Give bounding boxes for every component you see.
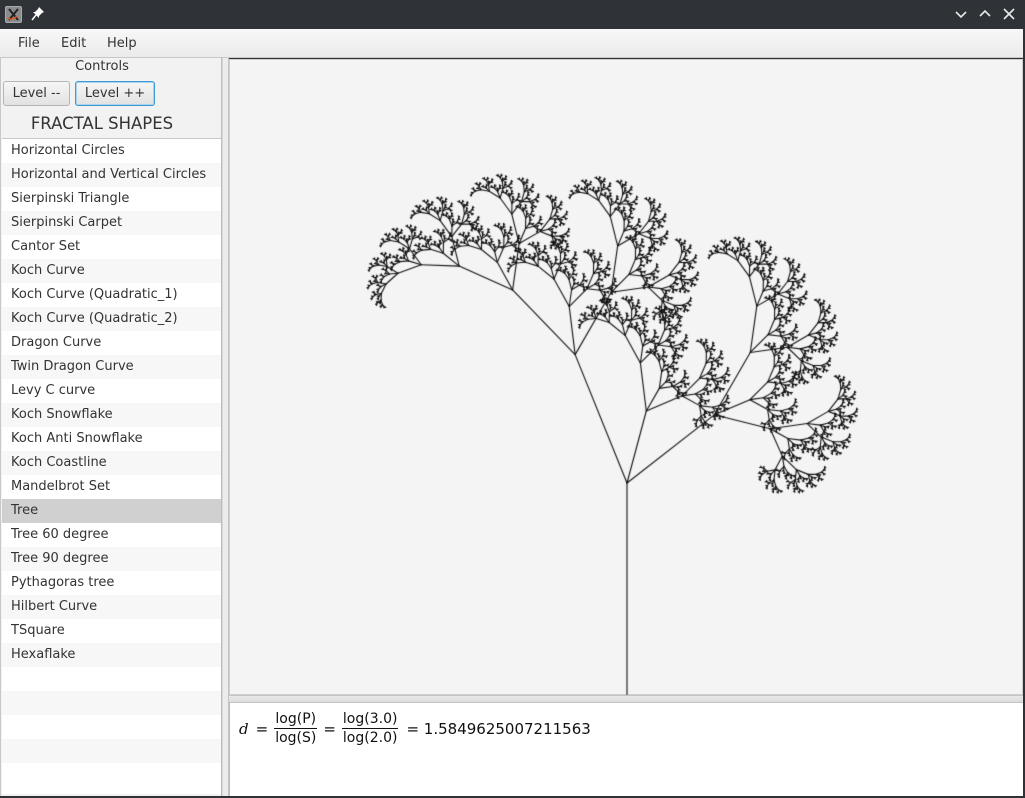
shape-list-item[interactable]: Mandelbrot Set xyxy=(2,475,221,499)
shape-list-item[interactable]: Levy C curve xyxy=(2,379,221,403)
maximize-icon[interactable] xyxy=(976,5,994,23)
shape-list-item[interactable]: Horizontal Circles xyxy=(2,139,221,163)
close-icon[interactable] xyxy=(1000,5,1018,23)
minimize-icon[interactable] xyxy=(952,5,970,23)
shape-list-item[interactable]: Hexaflake xyxy=(2,643,221,667)
shape-list-item[interactable]: Cantor Set xyxy=(2,235,221,259)
horizontal-splitter[interactable] xyxy=(229,695,1023,703)
fraction-denominator: log(2.0) xyxy=(342,730,398,746)
shape-list-item[interactable]: Koch Coastline xyxy=(2,451,221,475)
vertical-splitter[interactable] xyxy=(222,58,229,796)
level-down-button[interactable]: Level -- xyxy=(3,81,70,106)
menu-help[interactable]: Help xyxy=(107,36,137,51)
dimension-formula: d = log(P) log(S) = log(3.0) log(2.0) = … xyxy=(239,710,591,748)
shape-list-item[interactable]: Tree 60 degree xyxy=(2,523,221,547)
shape-list-item[interactable]: TSquare xyxy=(2,619,221,643)
app-icon xyxy=(5,6,22,23)
formula-fraction-symbolic: log(P) log(S) xyxy=(274,710,318,748)
shape-list-item[interactable]: Horizontal and Vertical Circles xyxy=(2,163,221,187)
formula-equals: = xyxy=(255,720,269,738)
formula-equals: = xyxy=(323,720,336,738)
menu-file[interactable]: File xyxy=(18,36,40,51)
pin-icon[interactable] xyxy=(31,6,45,22)
shape-list-item[interactable]: Sierpinski Triangle xyxy=(2,187,221,211)
controls-panel: Controls Level -- Level ++ FRACTAL SHAPE… xyxy=(0,58,222,796)
shape-list-item[interactable]: Twin Dragon Curve xyxy=(2,355,221,379)
formula-fraction-values: log(3.0) log(2.0) xyxy=(341,710,399,748)
shape-list-item[interactable]: Tree xyxy=(2,499,221,523)
title-bar xyxy=(0,0,1025,29)
shape-list-empty-row xyxy=(2,715,221,739)
fraction-numerator: log(P) xyxy=(274,711,318,729)
controls-label: Controls xyxy=(75,59,129,74)
menu-bar: File Edit Help xyxy=(0,29,1025,58)
shape-list-item[interactable]: Dragon Curve xyxy=(2,331,221,355)
formula-result: = 1.5849625007211563 xyxy=(406,720,591,738)
formula-panel: d = log(P) log(S) = log(3.0) log(2.0) = … xyxy=(229,703,1023,796)
menu-edit[interactable]: Edit xyxy=(61,36,86,51)
level-up-button[interactable]: Level ++ xyxy=(75,81,155,106)
shape-list-item[interactable]: Tree 90 degree xyxy=(2,547,221,571)
shape-list-item[interactable]: Koch Curve (Quadratic_2) xyxy=(2,307,221,331)
shape-list-item[interactable]: Pythagoras tree xyxy=(2,571,221,595)
shape-list-item[interactable]: Koch Anti Snowflake xyxy=(2,427,221,451)
fraction-denominator: log(S) xyxy=(275,730,317,746)
fractal-shapes-list[interactable]: Horizontal Circles Horizontal and Vertica… xyxy=(2,138,221,794)
fractal-canvas-area xyxy=(229,59,1024,696)
shape-list-empty-row xyxy=(2,667,221,691)
formula-variable: d xyxy=(239,720,249,738)
fractal-shapes-title: FRACTAL SHAPES xyxy=(30,114,174,133)
shape-list-item[interactable]: Koch Snowflake xyxy=(2,403,221,427)
shape-list-item[interactable]: Sierpinski Carpet xyxy=(2,211,221,235)
shape-list-item[interactable]: Hilbert Curve xyxy=(2,595,221,619)
shape-list-empty-row xyxy=(2,691,221,715)
shape-list-empty-row xyxy=(2,739,221,763)
fraction-numerator: log(3.0) xyxy=(341,711,399,729)
shape-list-item[interactable]: Koch Curve (Quadratic_1) xyxy=(2,283,221,307)
fractal-tree-canvas xyxy=(230,60,1024,696)
shape-list-item[interactable]: Koch Curve xyxy=(2,259,221,283)
shape-list-empty-row xyxy=(2,763,221,787)
